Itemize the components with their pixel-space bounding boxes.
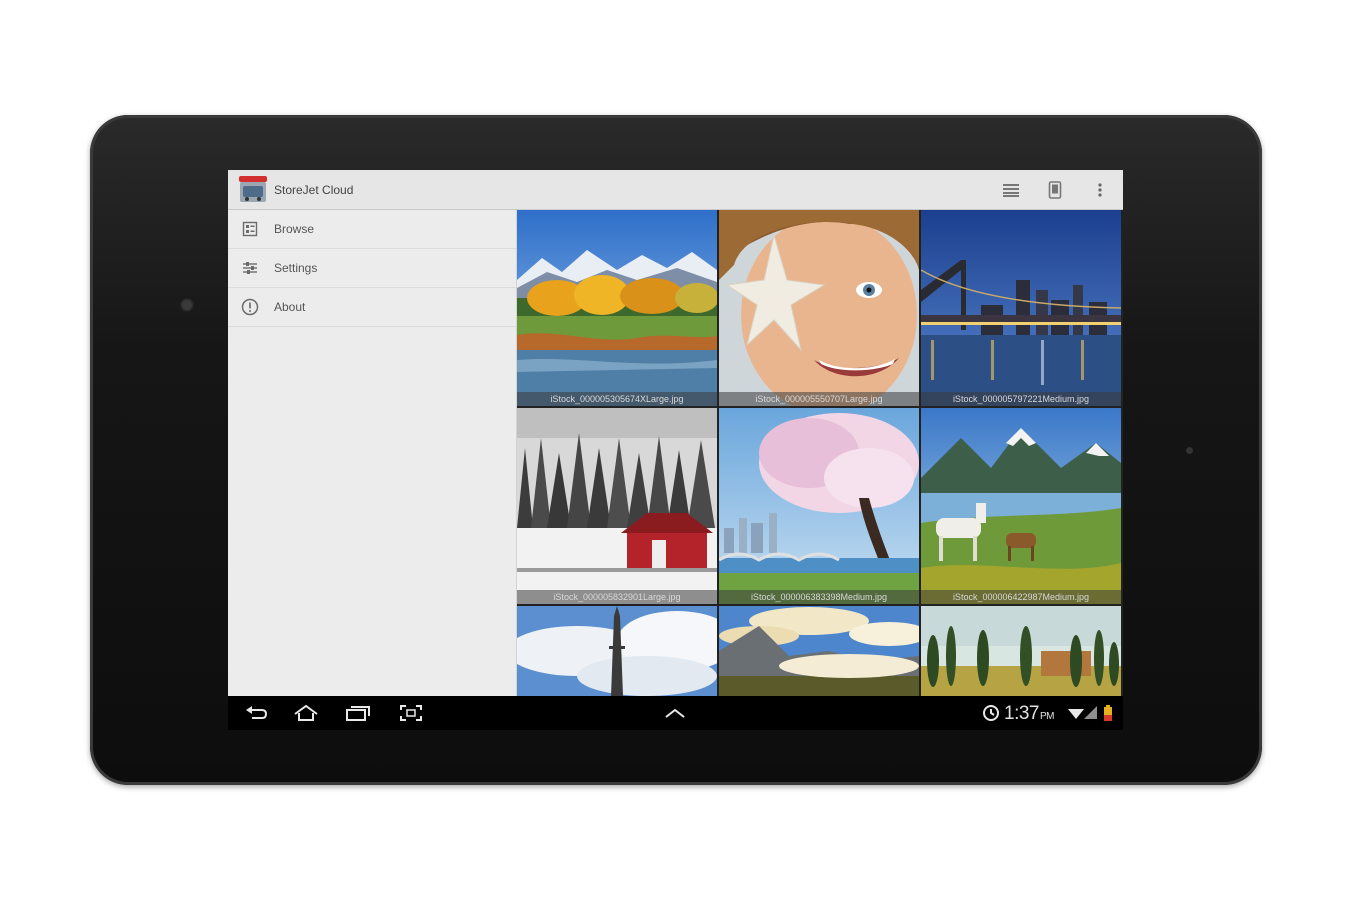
front-camera	[180, 298, 194, 312]
drawer-item-browse[interactable]: Browse	[228, 210, 516, 249]
screenshot-icon[interactable]	[396, 701, 426, 725]
photo-caption: iStock_000005550707Large.jpg	[719, 392, 919, 406]
photo-caption: iStock_000005797221Medium.jpg	[921, 392, 1121, 406]
photo-caption: iStock_000005305674XLarge.jpg	[517, 392, 717, 406]
photo-tile[interactable]	[517, 606, 717, 696]
action-bar: StoreJet Cloud	[228, 170, 1123, 210]
system-navigation-bar: 1:37PM	[228, 696, 1123, 730]
back-icon[interactable]	[241, 701, 271, 725]
photo-tile[interactable]	[719, 606, 919, 696]
phone-device-icon[interactable]	[1043, 178, 1067, 202]
photo-tile[interactable]: iStock_000005305674XLarge.jpg	[517, 210, 717, 406]
status-clock: 1:37PM	[1004, 703, 1054, 724]
navigation-drawer: Browse Settings About	[228, 210, 517, 696]
photo-tile[interactable]: iStock_000006383398Medium.jpg	[719, 408, 919, 604]
app-logo-icon[interactable]	[238, 175, 268, 205]
signal-icon	[1083, 701, 1099, 725]
photo-caption: iStock_000006422987Medium.jpg	[921, 590, 1121, 604]
settings-icon	[240, 258, 260, 278]
drawer-item-label: About	[274, 300, 306, 314]
drawer-item-label: Settings	[274, 261, 318, 275]
photo-tile[interactable]: iStock_000006422987Medium.jpg	[921, 408, 1121, 604]
alarm-icon	[976, 701, 1006, 725]
browse-icon	[240, 219, 260, 239]
photo-tile[interactable]: iStock_000005832901Large.jpg	[517, 408, 717, 604]
light-sensor	[1186, 447, 1193, 454]
recent-apps-icon[interactable]	[343, 701, 373, 725]
battery-icon	[1100, 701, 1116, 725]
photo-tile[interactable]	[921, 606, 1121, 696]
photo-tile[interactable]: iStock_000005550707Large.jpg	[719, 210, 919, 406]
overflow-menu-icon[interactable]	[1088, 178, 1112, 202]
photo-caption: iStock_000005832901Large.jpg	[517, 590, 717, 604]
info-icon	[240, 297, 260, 317]
drawer-item-about[interactable]: About	[228, 288, 516, 327]
chevron-up-icon[interactable]	[660, 701, 690, 725]
home-icon[interactable]	[291, 701, 321, 725]
photo-caption: iStock_000006383398Medium.jpg	[719, 590, 919, 604]
list-view-icon[interactable]	[999, 178, 1023, 202]
tablet-screen: StoreJet Cloud Browse Settings About iSt…	[228, 170, 1123, 730]
photo-tile[interactable]: iStock_000005797221Medium.jpg	[921, 210, 1121, 406]
photo-grid: iStock_000005305674XLarge.jpg iStock_000…	[517, 210, 1123, 696]
app-title: StoreJet Cloud	[274, 183, 354, 197]
drawer-item-label: Browse	[274, 222, 315, 236]
drawer-item-settings[interactable]: Settings	[228, 249, 516, 288]
